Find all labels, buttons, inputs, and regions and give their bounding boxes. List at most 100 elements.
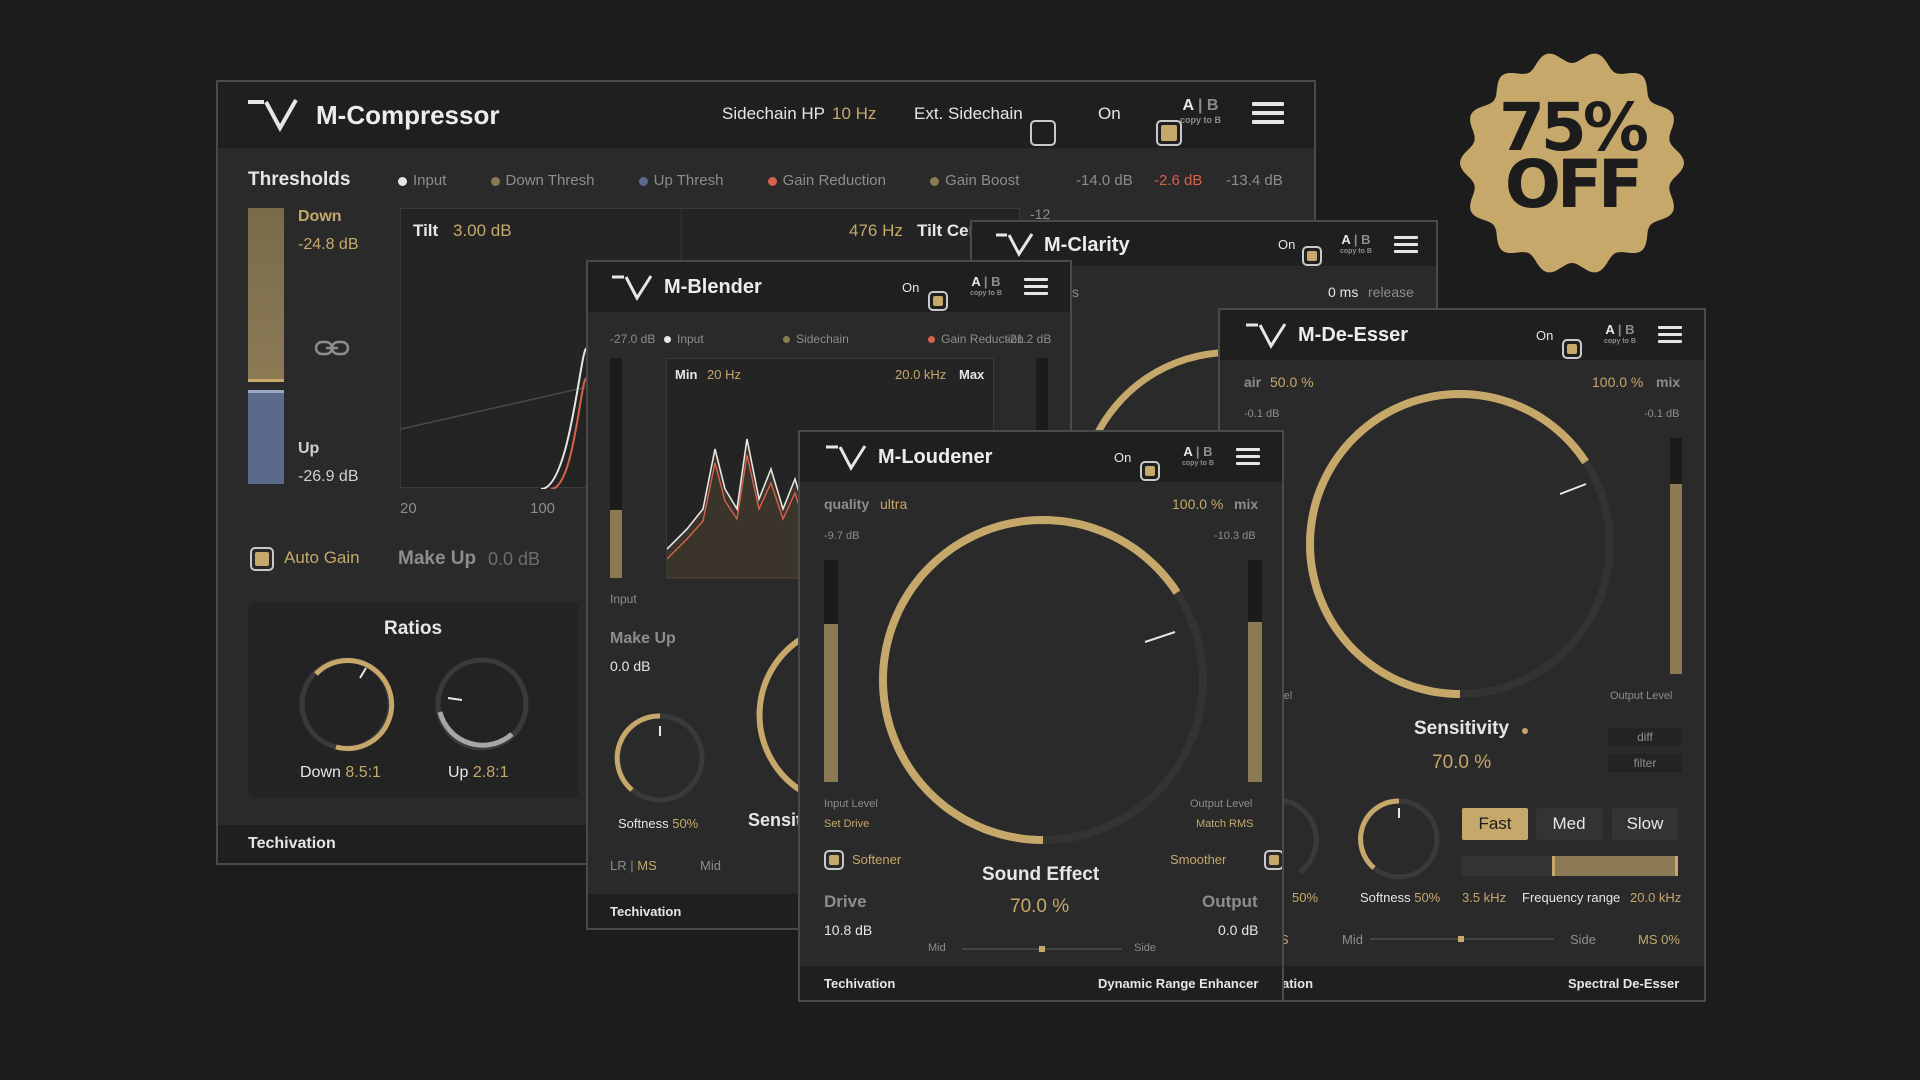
deesser-freq-low[interactable]: 3.5 kHz [1462,890,1506,905]
deesser-freq-range-label: Frequency range [1522,890,1621,905]
loudener-footer-brand: Techivation [824,976,896,991]
compressor-menu-icon[interactable] [1252,102,1284,129]
blender-menu-icon[interactable] [1024,278,1048,299]
deesser-output-meter [1670,438,1682,674]
sidechain-hp-value[interactable]: 10 Hz [832,104,876,124]
blender-make-up-label: Make Up [610,630,676,647]
deesser-footer-product: Spectral De-Esser [1568,976,1680,991]
ratio-up-knob[interactable] [432,654,532,754]
tilt-value[interactable]: 3.00 dB [453,221,512,241]
ratio-down-readout: Down 8.5:1 [300,764,381,781]
blender-max-label: Max [959,367,985,382]
loudener-output-level-label: Output Level [1190,798,1253,810]
ratios-label: Ratios [384,618,443,639]
blender-ab-button[interactable]: A | B copy to B [970,275,1002,297]
loudener-on-toggle[interactable] [1140,461,1160,481]
tilt-label: Tilt [413,221,439,240]
deesser-ab-button[interactable]: A | B copy to B [1604,323,1636,345]
clarity-title: M-Clarity [1044,234,1130,256]
ext-sidechain-label: Ext. Sidechain [914,104,1023,123]
deesser-fast-button[interactable]: Fast [1462,808,1528,840]
loudener-input-level-label: Input Level [824,798,878,810]
loudener-title: M-Loudener [878,446,993,468]
deesser-diff-button[interactable]: diff [1608,728,1682,746]
up-threshold-label: Up [298,440,320,457]
drive-value[interactable]: 10.8 dB [824,922,872,938]
blender-min-label: Min [675,367,698,382]
loudener-ab-button[interactable]: A | B copy to B [1182,445,1214,467]
smoother-label: Smoother [1170,852,1227,867]
make-up-value[interactable]: 0.0 dB [488,549,540,570]
loudener-side-label: Side [1134,942,1157,954]
output-value[interactable]: 0.0 dB [1218,922,1258,938]
make-up-label: Make Up [398,548,477,569]
compressor-on-toggle[interactable] [1156,120,1182,146]
tilt-frequency[interactable]: 476 Hz [849,221,903,241]
ratio-down-knob[interactable] [296,654,396,754]
blender-input-label: Input [610,592,637,606]
blender-sensitivity-label: Sensit [748,810,803,830]
loudener-quality-label: quality [824,496,870,512]
sound-effect-knob[interactable] [873,510,1213,850]
link-icon[interactable] [314,338,350,358]
deesser-frequency-range-slider[interactable] [1462,856,1678,876]
deesser-med-button[interactable]: Med [1536,808,1602,840]
blender-titlebar: M-Blender On A | B copy to B [588,262,1070,312]
deesser-sensitivity-knob[interactable] [1300,384,1620,704]
blender-lr-ms[interactable]: LR | MS [610,858,657,873]
deesser-menu-icon[interactable] [1658,326,1682,347]
deesser-on-toggle[interactable] [1562,339,1582,359]
thresholds-label: Thresholds [248,169,351,190]
loudener-set-drive-link[interactable]: Set Drive [824,818,869,830]
ratios-panel: Ratios Down 8.5:1 Up 2.8:1 [248,602,578,798]
down-threshold-value: -24.8 dB [298,236,359,253]
compressor-legend: Input Down Thresh Up Thresh Gain Reducti… [398,172,1019,189]
loudener-footer-product: Dynamic Range Enhancer [1098,976,1259,991]
auto-gain-label: Auto Gain [284,548,360,567]
loudener-mix-label: mix [1234,496,1259,512]
deesser-sensitivity-value[interactable]: 70.0 % [1432,752,1491,774]
blender-softness-knob[interactable] [612,710,708,806]
deesser-slow-button[interactable]: Slow [1612,808,1678,840]
deesser-ms-slider[interactable] [1370,936,1554,942]
compressor-footer-brand: Techivation [248,835,336,852]
auto-gain-checkbox[interactable] [250,547,274,571]
loudener-ms-slider[interactable] [962,946,1122,952]
softener-checkbox[interactable] [824,850,844,870]
blender-max-value[interactable]: 20.0 kHz [895,367,946,382]
clarity-menu-icon[interactable] [1394,236,1418,257]
loudener-output-meter [1248,560,1262,782]
ext-sidechain-checkbox[interactable] [1030,120,1056,146]
blender-make-up-value[interactable]: 0.0 dB [610,658,650,674]
ratio-up-readout: Up 2.8:1 [448,764,509,781]
loudener-menu-icon[interactable] [1236,448,1260,469]
blender-on-toggle[interactable] [928,291,948,311]
up-threshold-value: -26.9 dB [298,468,359,485]
blender-mid-label: Mid [700,858,721,873]
sidechain-hp-label: Sidechain HP [722,104,826,123]
sound-effect-value[interactable]: 70.0 % [1010,896,1069,918]
blender-min-value[interactable]: 20 Hz [707,367,741,382]
blender-right-db: -21.2 dB [1006,332,1052,346]
clarity-on-toggle[interactable] [1302,246,1322,266]
deesser-filter-button[interactable]: filter [1608,754,1682,772]
blender-input-meter [610,358,622,578]
clarity-release-label: release [1368,284,1414,300]
smoother-checkbox[interactable] [1264,850,1282,870]
compressor-titlebar: M-Compressor Sidechain HP 10 Hz Ext. Sid… [218,82,1314,148]
deesser-titlebar: M-De-Esser On A | B copy to B [1220,310,1704,360]
deesser-footer-brand: ation [1282,976,1314,991]
deesser-right-db: -0.1 dB [1644,408,1680,420]
deesser-softness-knob[interactable] [1354,794,1444,884]
deesser-side-label: Side [1570,932,1597,947]
down-threshold-slider[interactable] [248,208,284,382]
clarity-ab-button[interactable]: A | B copy to B [1340,233,1372,255]
badge-off: OFF [1504,145,1643,223]
loudener-left-db: -9.7 dB [824,530,860,542]
deesser-on-label: On [1536,328,1554,343]
up-threshold-slider[interactable] [248,390,284,484]
deesser-freq-high[interactable]: 20.0 kHz [1630,890,1681,905]
compressor-ab-button[interactable]: A | B copy to B [1180,98,1221,125]
readout-3: -13.4 dB [1226,172,1283,189]
loudener-match-rms-link[interactable]: Match RMS [1196,818,1253,830]
